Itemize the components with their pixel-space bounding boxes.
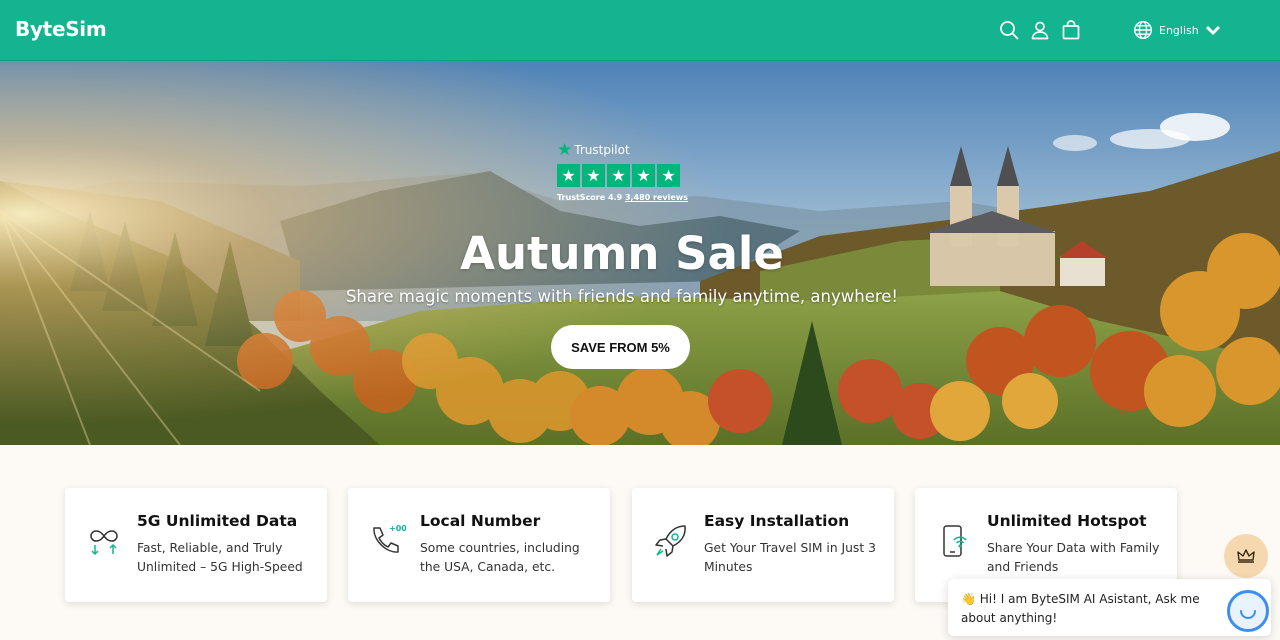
rocket-icon	[652, 522, 690, 560]
feature-title: 5G Unlimited Data	[137, 512, 298, 530]
hotspot-phone-icon	[935, 522, 973, 560]
globe-icon	[1133, 20, 1153, 40]
trustpilot-star-icon: ★	[657, 164, 680, 187]
hero-subtitle: Share magic moments with friends and fam…	[345, 287, 899, 306]
trustpilot-star-icon: ★	[557, 164, 580, 187]
feature-card-local-number: +00 Local Number Some countries, includi…	[348, 488, 610, 602]
language-selector[interactable]: English	[1133, 20, 1223, 40]
trustpilot-reviews-link[interactable]: 3,480 reviews	[625, 193, 688, 202]
chat-greeting-bubble[interactable]: 👋 Hi! I am ByteSIM AI Asistant, Ask me a…	[948, 579, 1271, 636]
feature-description: Share Your Data with Family and Friends	[987, 541, 1160, 574]
feature-card-easy-installation: Easy Installation Get Your Travel SIM in…	[632, 488, 894, 602]
assistant-face-icon	[1240, 610, 1256, 619]
feature-title: Easy Installation	[704, 512, 850, 530]
hero-banner: ★ Trustpilot ★ ★ ★ ★ ★ TrustScore 4.9 3,…	[0, 61, 1280, 445]
trustpilot-rating-stars: ★ ★ ★ ★ ★	[557, 164, 687, 187]
feature-title: Local Number	[420, 512, 541, 530]
feature-description: Fast, Reliable, and Truly Unlimited – 5G…	[137, 541, 303, 574]
phone-plus-icon: +00	[368, 522, 406, 560]
trustpilot-star-icon: ★	[607, 164, 630, 187]
brand-logo[interactable]: ByteSim	[15, 17, 107, 41]
language-label: English	[1159, 23, 1199, 37]
feature-card-5g-data: 5G Unlimited Data Fast, Reliable, and Tr…	[65, 488, 327, 602]
crown-icon	[1237, 549, 1255, 563]
hero-title: Autumn Sale	[460, 227, 784, 280]
infinity-icon	[85, 522, 123, 560]
trustscore-line: TrustScore 4.9 3,480 reviews	[557, 193, 688, 202]
save-from-button[interactable]: SAVE FROM 5%	[551, 325, 690, 369]
svg-text:+00: +00	[389, 524, 406, 533]
feature-title: Unlimited Hotspot	[987, 512, 1147, 530]
chat-launcher-button[interactable]	[1224, 534, 1268, 578]
trustpilot-star-icon: ★	[632, 164, 655, 187]
search-icon[interactable]	[998, 19, 1020, 41]
trustpilot-name: Trustpilot	[574, 143, 630, 157]
trustpilot-widget[interactable]: ★ Trustpilot ★ ★ ★ ★ ★ TrustScore 4.9 3,…	[557, 140, 688, 202]
feature-description: Get Your Travel SIM in Just 3 Minutes	[704, 541, 876, 574]
cart-icon[interactable]	[1060, 19, 1082, 41]
chevron-down-icon	[1205, 25, 1220, 36]
trustscore-label: TrustScore 4.9	[557, 193, 623, 202]
feature-description: Some countries, including the USA, Canad…	[420, 541, 580, 574]
user-icon[interactable]	[1029, 19, 1051, 41]
site-header: ByteSim English	[0, 0, 1280, 61]
trustpilot-star-icon: ★	[582, 164, 605, 187]
trustpilot-star-icon: ★	[557, 140, 573, 160]
assistant-avatar-button[interactable]	[1227, 590, 1269, 632]
